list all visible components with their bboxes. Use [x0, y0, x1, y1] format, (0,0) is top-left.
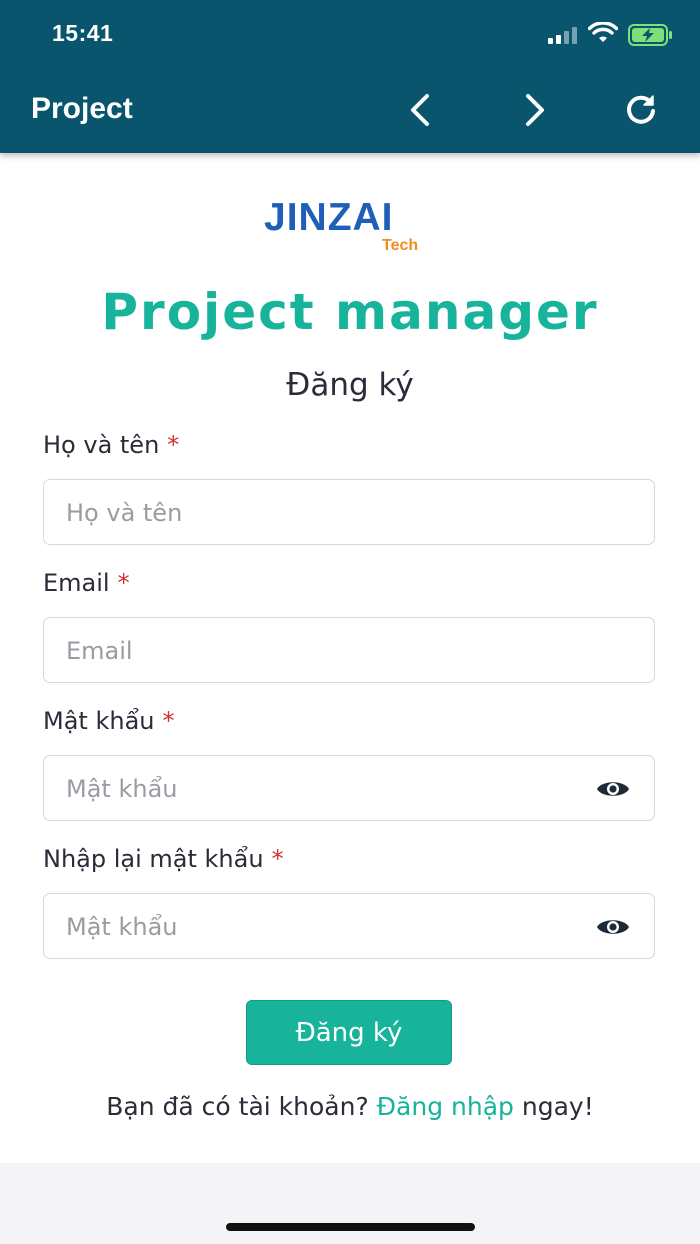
bottom-safe-area	[0, 1163, 700, 1244]
chevron-left-icon	[411, 94, 429, 126]
home-indicator	[226, 1223, 475, 1231]
confirm-password-label: Nhập lại mật khẩu *	[43, 845, 284, 873]
login-link[interactable]: Đăng nhập	[377, 1092, 514, 1121]
eye-icon[interactable]	[596, 778, 630, 804]
status-time: 15:41	[52, 20, 114, 46]
logo-subtext: Tech	[382, 237, 419, 254]
required-mark: *	[162, 707, 175, 735]
password-label-text: Mật khẩu	[43, 707, 155, 735]
logo-wordmark: JINZAI	[264, 196, 394, 239]
app-header: 15:41 Project	[0, 0, 700, 153]
back-button[interactable]	[399, 89, 441, 131]
wifi-icon	[587, 21, 619, 48]
required-mark: *	[167, 431, 180, 459]
confirm-password-input[interactable]	[64, 894, 588, 959]
refresh-button[interactable]	[620, 89, 662, 131]
email-input[interactable]	[64, 618, 588, 683]
forward-button[interactable]	[514, 89, 556, 131]
email-field	[43, 617, 655, 683]
login-prompt-suffix: ngay!	[521, 1092, 594, 1121]
refresh-icon	[627, 95, 655, 124]
password-field	[43, 755, 655, 821]
battery-icon	[628, 24, 674, 50]
company-logo: JINZAI Tech	[264, 195, 439, 261]
chevron-right-icon	[526, 94, 544, 126]
confirm-password-field	[43, 893, 655, 959]
email-label-text: Email	[43, 569, 110, 597]
password-label: Mật khẩu *	[43, 707, 174, 735]
confirm-password-label-text: Nhập lại mật khẩu	[43, 845, 264, 873]
fullname-field	[43, 479, 655, 545]
fullname-label-text: Họ và tên	[43, 431, 160, 459]
header-title: Project	[31, 92, 133, 125]
login-prompt-prefix: Bạn đã có tài khoản?	[106, 1092, 369, 1121]
page-subtitle: Đăng ký	[286, 367, 414, 403]
eye-icon[interactable]	[596, 916, 630, 942]
fullname-label: Họ và tên *	[43, 431, 179, 459]
required-mark: *	[271, 845, 284, 873]
password-input[interactable]	[64, 756, 588, 821]
required-mark: *	[117, 569, 130, 597]
page-title: Project manager	[101, 283, 599, 341]
signal-icon	[548, 26, 582, 44]
login-prompt: Bạn đã có tài khoản? Đăng nhập ngay!	[0, 1092, 700, 1121]
register-button[interactable]: Đăng ký	[246, 1000, 452, 1065]
fullname-input[interactable]	[64, 480, 588, 545]
email-label: Email *	[43, 569, 130, 597]
